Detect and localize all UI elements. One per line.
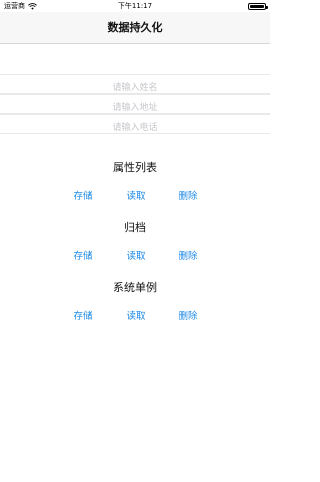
property-list-save-button[interactable]: 存储 xyxy=(63,189,103,205)
property-list-delete-button[interactable]: 删除 xyxy=(168,189,208,205)
archive-read-button[interactable]: 读取 xyxy=(116,249,156,265)
section-title-archive: 归档 xyxy=(124,221,146,234)
property-list-read-button[interactable]: 读取 xyxy=(116,189,156,205)
singleton-delete-button[interactable]: 删除 xyxy=(168,309,208,325)
phone-field-container xyxy=(0,114,270,137)
page-title: 数据持久化 xyxy=(107,21,163,34)
singleton-read-button[interactable]: 读取 xyxy=(116,309,156,325)
archive-delete-button[interactable]: 删除 xyxy=(168,249,208,265)
phone-input[interactable] xyxy=(0,119,270,137)
name-field-container xyxy=(0,74,270,97)
status-time: 下午11:17 xyxy=(117,2,153,10)
address-field-container xyxy=(0,94,270,117)
singleton-save-button[interactable]: 存储 xyxy=(63,309,103,325)
archive-save-button[interactable]: 存储 xyxy=(63,249,103,265)
section-title-system-singleton: 系统单例 xyxy=(113,281,157,294)
status-bar: 运营商 下午11:17 xyxy=(0,0,270,12)
navigation-bar: 数据持久化 xyxy=(0,12,270,44)
battery-icon xyxy=(248,3,268,10)
section-title-property-list: 属性列表 xyxy=(113,161,157,174)
